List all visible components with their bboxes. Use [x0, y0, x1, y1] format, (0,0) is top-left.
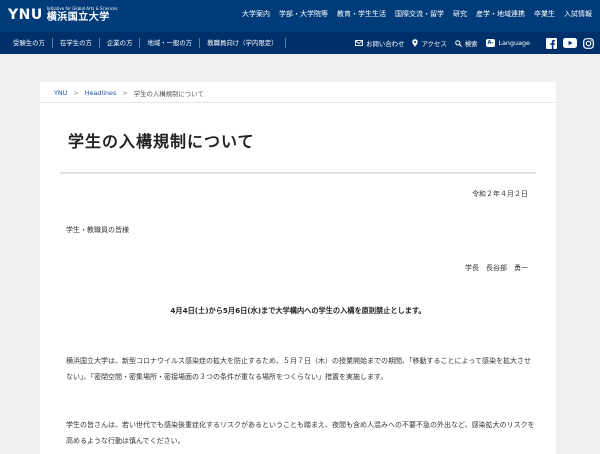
main-nav-item-education[interactable]: 教育・学生生活 [337, 9, 386, 19]
article-paragraph: 学生の皆さんは、若い世代でも感染後重症化するリスクがあるということも踏まえ、夜間… [66, 421, 535, 445]
contact-link[interactable]: お問い合わせ [355, 39, 404, 48]
main-nav: 大学案内 学部・大学院等 教育・学生生活 国際交流・留学 研究 産学・地域連携 … [233, 9, 592, 19]
main-nav-item-admissions[interactable]: 入試情報 [564, 9, 592, 19]
language-label: Language [498, 39, 530, 47]
audience-nav-staff[interactable]: 教職員向け（学内限定） [200, 38, 286, 48]
audience-nav-prospective[interactable]: 受験生の方 [0, 38, 53, 48]
breadcrumb-home[interactable]: YNU [54, 89, 67, 98]
breadcrumb-divider [40, 102, 556, 103]
logo-university-name: 横浜国立大学 [46, 12, 110, 23]
page-title: 学生の入構規制について [68, 132, 255, 151]
logo-text: Initiative for Global Arts & Sciences 横浜… [47, 6, 118, 24]
site-header: YNU Initiative for Global Arts & Science… [0, 0, 600, 32]
main-nav-item-faculties[interactable]: 学部・大学院等 [279, 9, 328, 19]
youtube-icon[interactable] [563, 38, 577, 48]
article-headline: 4月4日(土)から5月6日(水)まで大学構内への学生の入構を原則禁止とします。 [170, 306, 426, 315]
breadcrumb-current: 学生の入構規制について [133, 90, 204, 98]
facebook-icon[interactable] [546, 37, 557, 49]
article-salutation: 学生・教職員の皆様 [66, 226, 129, 234]
instagram-icon[interactable] [583, 37, 594, 49]
breadcrumb-chevron-icon: > [73, 89, 79, 97]
main-nav-item-collaboration[interactable]: 産学・地域連携 [476, 9, 525, 19]
article-paragraph: 横浜国立大学は、新型コロナウイルス感染症の拡大を防止するため、５月７日（木）の授… [66, 357, 531, 381]
audience-nav-students[interactable]: 在学生の方 [53, 38, 100, 48]
main-nav-item-alumni[interactable]: 卒業生 [534, 9, 555, 19]
article-card: YNU > Headlines > 学生の入構規制について 学生の入構規制につい… [40, 82, 556, 454]
main-nav-item-international[interactable]: 国際交流・留学 [395, 9, 444, 19]
audience-nav-community[interactable]: 地域・一般の方 [140, 38, 201, 48]
audience-nav-bar: 受験生の方 在学生の方 企業の方 地域・一般の方 教職員向け（学内限定） お問い… [0, 32, 600, 54]
search-link[interactable]: 検索 [454, 39, 478, 48]
title-divider [60, 172, 536, 174]
search-label: 検索 [464, 39, 478, 48]
mail-icon [355, 40, 364, 46]
utility-nav: お問い合わせ アクセス 検索 A- Language [347, 32, 594, 54]
social-links [540, 37, 594, 49]
logo-ynu-mark: YNU [8, 7, 43, 23]
ynu-logo[interactable]: YNU Initiative for Global Arts & Science… [8, 6, 118, 24]
search-icon [454, 39, 462, 47]
article-signature: 学長 長谷部 勇一 [465, 264, 528, 272]
language-link[interactable]: A- Language [485, 39, 530, 47]
contact-label: お問い合わせ [366, 39, 405, 48]
breadcrumb-chevron-icon: > [122, 89, 128, 97]
breadcrumb-headlines[interactable]: Headlines [85, 89, 117, 98]
article-date: 令和２年４月２日 [472, 190, 528, 198]
access-link[interactable]: アクセス [412, 39, 447, 48]
map-pin-icon [412, 39, 419, 47]
main-nav-item-about[interactable]: 大学案内 [242, 9, 270, 19]
access-label: アクセス [421, 39, 447, 48]
breadcrumb: YNU > Headlines > 学生の入構規制について [54, 89, 204, 98]
language-badge: A- [485, 39, 496, 47]
main-nav-item-research[interactable]: 研究 [453, 9, 467, 19]
audience-nav-companies[interactable]: 企業の方 [100, 38, 141, 48]
